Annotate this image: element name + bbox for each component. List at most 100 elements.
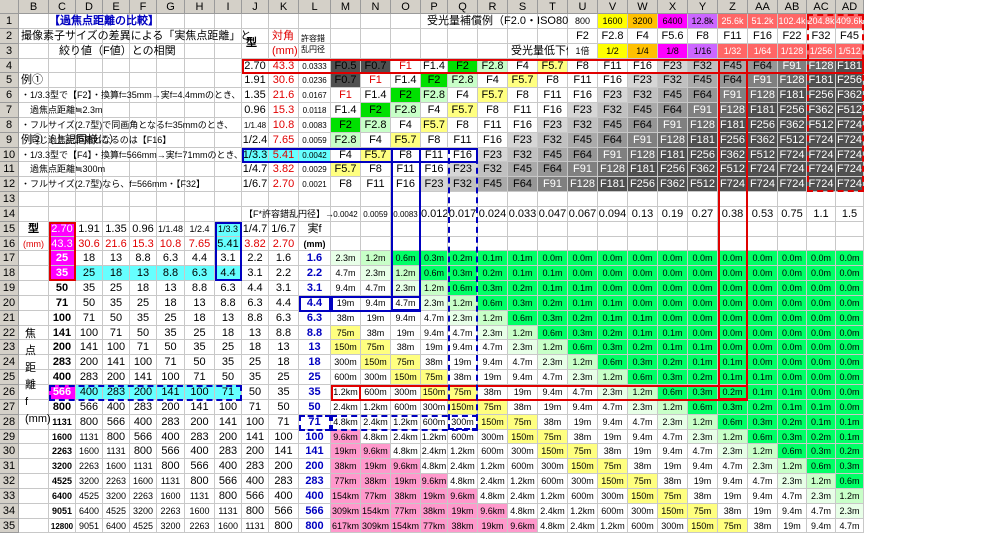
row-header-10[interactable]: 10 bbox=[0, 147, 19, 163]
row-header-4[interactable]: 4 bbox=[0, 58, 19, 74]
row-header-3[interactable]: 3 bbox=[0, 43, 19, 59]
hyperfocal-distance: 0.3m bbox=[421, 251, 448, 267]
row-header-33[interactable]: 33 bbox=[0, 488, 19, 504]
cell bbox=[215, 206, 242, 222]
row-header-13[interactable]: 13 bbox=[0, 192, 19, 207]
select-all-corner[interactable] bbox=[0, 0, 19, 14]
cell bbox=[361, 43, 391, 59]
column-header-X[interactable]: X bbox=[658, 0, 688, 14]
row-header-7[interactable]: 7 bbox=[0, 103, 19, 118]
hyperfocal-distance: 1.2m bbox=[718, 429, 748, 445]
row-header-26[interactable]: 26 bbox=[0, 385, 19, 400]
row-header-21[interactable]: 21 bbox=[0, 310, 19, 326]
f-number-cell: F32 bbox=[658, 73, 688, 89]
sensor-diagonal-header: 5.41 bbox=[215, 236, 242, 252]
hyperfocal-distance: 4.8km bbox=[478, 488, 508, 504]
hyperfocal-distance: 38m bbox=[478, 385, 508, 400]
f-number-cell: F8 bbox=[361, 162, 391, 178]
row-header-5[interactable]: 5 bbox=[0, 73, 19, 89]
hyperfocal-distance: 4.7m bbox=[718, 459, 748, 475]
column-header-N[interactable]: N bbox=[361, 0, 391, 14]
row-header-32[interactable]: 32 bbox=[0, 474, 19, 489]
row-header-19[interactable]: 19 bbox=[0, 281, 19, 296]
column-header-V[interactable]: V bbox=[598, 0, 628, 14]
row-header-28[interactable]: 28 bbox=[0, 414, 19, 430]
column-header-Y[interactable]: Y bbox=[688, 0, 718, 14]
column-header-C[interactable]: C bbox=[49, 0, 76, 14]
row-header-27[interactable]: 27 bbox=[0, 399, 19, 415]
row-header-31[interactable]: 31 bbox=[0, 459, 19, 475]
cell bbox=[361, 192, 391, 207]
focal-length-value: 200 bbox=[157, 399, 185, 415]
cell bbox=[103, 192, 130, 207]
column-header-AD[interactable]: AD bbox=[836, 0, 864, 14]
hyperfocal-distance: 38m bbox=[508, 399, 538, 415]
row-header-16[interactable]: 16 bbox=[0, 236, 19, 252]
column-header-AA[interactable]: AA bbox=[748, 0, 778, 14]
row-header-14[interactable]: 14 bbox=[0, 206, 19, 222]
column-header-F[interactable]: F bbox=[130, 0, 157, 14]
row-header-22[interactable]: 22 bbox=[0, 325, 19, 341]
column-header-W[interactable]: W bbox=[628, 0, 658, 14]
column-header-L[interactable]: L bbox=[299, 0, 331, 14]
row-header-20[interactable]: 20 bbox=[0, 295, 19, 311]
column-header-Q[interactable]: Q bbox=[448, 0, 478, 14]
row-header-25[interactable]: 25 bbox=[0, 370, 19, 385]
row-header-8[interactable]: 8 bbox=[0, 117, 19, 133]
column-header-I[interactable]: I bbox=[215, 0, 242, 14]
row-header-15[interactable]: 15 bbox=[0, 221, 19, 237]
row-header-17[interactable]: 17 bbox=[0, 251, 19, 267]
f-number-cell: F11 bbox=[421, 147, 448, 163]
row-header-24[interactable]: 24 bbox=[0, 355, 19, 371]
column-header-M[interactable]: M bbox=[331, 0, 361, 14]
row-header-23[interactable]: 23 bbox=[0, 340, 19, 356]
column-header-T[interactable]: T bbox=[538, 0, 568, 14]
side-label: f bbox=[25, 395, 29, 408]
type-label: 型 bbox=[19, 221, 49, 237]
row-header-12[interactable]: 12 bbox=[0, 177, 19, 193]
focal-length-value: 71 bbox=[269, 414, 299, 430]
column-header-R[interactable]: R bbox=[478, 0, 508, 14]
column-header-S[interactable]: S bbox=[508, 0, 538, 14]
row-header-9[interactable]: 9 bbox=[0, 132, 19, 148]
column-header-E[interactable]: E bbox=[103, 0, 130, 14]
hyperfocal-distance: 0.6m bbox=[568, 340, 598, 356]
hyperfocal-distance: 4.7m bbox=[568, 385, 598, 400]
focal-length-value: 100 bbox=[49, 310, 76, 326]
focal-length-value: 6400 bbox=[49, 488, 76, 504]
column-header-J[interactable]: J bbox=[242, 0, 269, 14]
hyperfocal-distance: 0.3m bbox=[688, 385, 718, 400]
column-header-P[interactable]: P bbox=[421, 0, 448, 14]
hyperfocal-distance: 75m bbox=[658, 488, 688, 504]
column-header-AC[interactable]: AC bbox=[807, 0, 836, 14]
column-header-B[interactable]: B bbox=[19, 0, 49, 14]
f-number-cell: F256 bbox=[658, 162, 688, 178]
cell bbox=[478, 28, 508, 44]
hyperfocal-distance: 0.0m bbox=[807, 295, 836, 311]
row-header-29[interactable]: 29 bbox=[0, 429, 19, 445]
row-header-30[interactable]: 30 bbox=[0, 444, 19, 460]
column-header-K[interactable]: K bbox=[269, 0, 299, 14]
column-header-H[interactable]: H bbox=[185, 0, 215, 14]
hyperfocal-distance: 0.6m bbox=[807, 459, 836, 475]
cell bbox=[688, 236, 718, 252]
hyperfocal-distance: 0.3m bbox=[568, 325, 598, 341]
column-header-O[interactable]: O bbox=[391, 0, 421, 14]
sensor-type-header: 1/6.7 bbox=[269, 221, 299, 237]
hyperfocal-distance: 19m bbox=[361, 310, 391, 326]
column-header-Z[interactable]: Z bbox=[718, 0, 748, 14]
column-header-AB[interactable]: AB bbox=[778, 0, 807, 14]
column-header-D[interactable]: D bbox=[76, 0, 103, 14]
focal-length-value: 100 bbox=[157, 370, 185, 385]
hyperfocal-distance: 38m bbox=[658, 474, 688, 489]
row-header-34[interactable]: 34 bbox=[0, 503, 19, 519]
column-header-U[interactable]: U bbox=[568, 0, 598, 14]
row-header-18[interactable]: 18 bbox=[0, 266, 19, 282]
hyperfocal-distance: 1.2km bbox=[478, 459, 508, 475]
row-header-11[interactable]: 11 bbox=[0, 162, 19, 178]
row-header-1[interactable]: 1 bbox=[0, 14, 19, 29]
real-focal-length: 141 bbox=[299, 444, 331, 460]
column-header-G[interactable]: G bbox=[157, 0, 185, 14]
row-header-2[interactable]: 2 bbox=[0, 28, 19, 44]
row-header-6[interactable]: 6 bbox=[0, 88, 19, 104]
